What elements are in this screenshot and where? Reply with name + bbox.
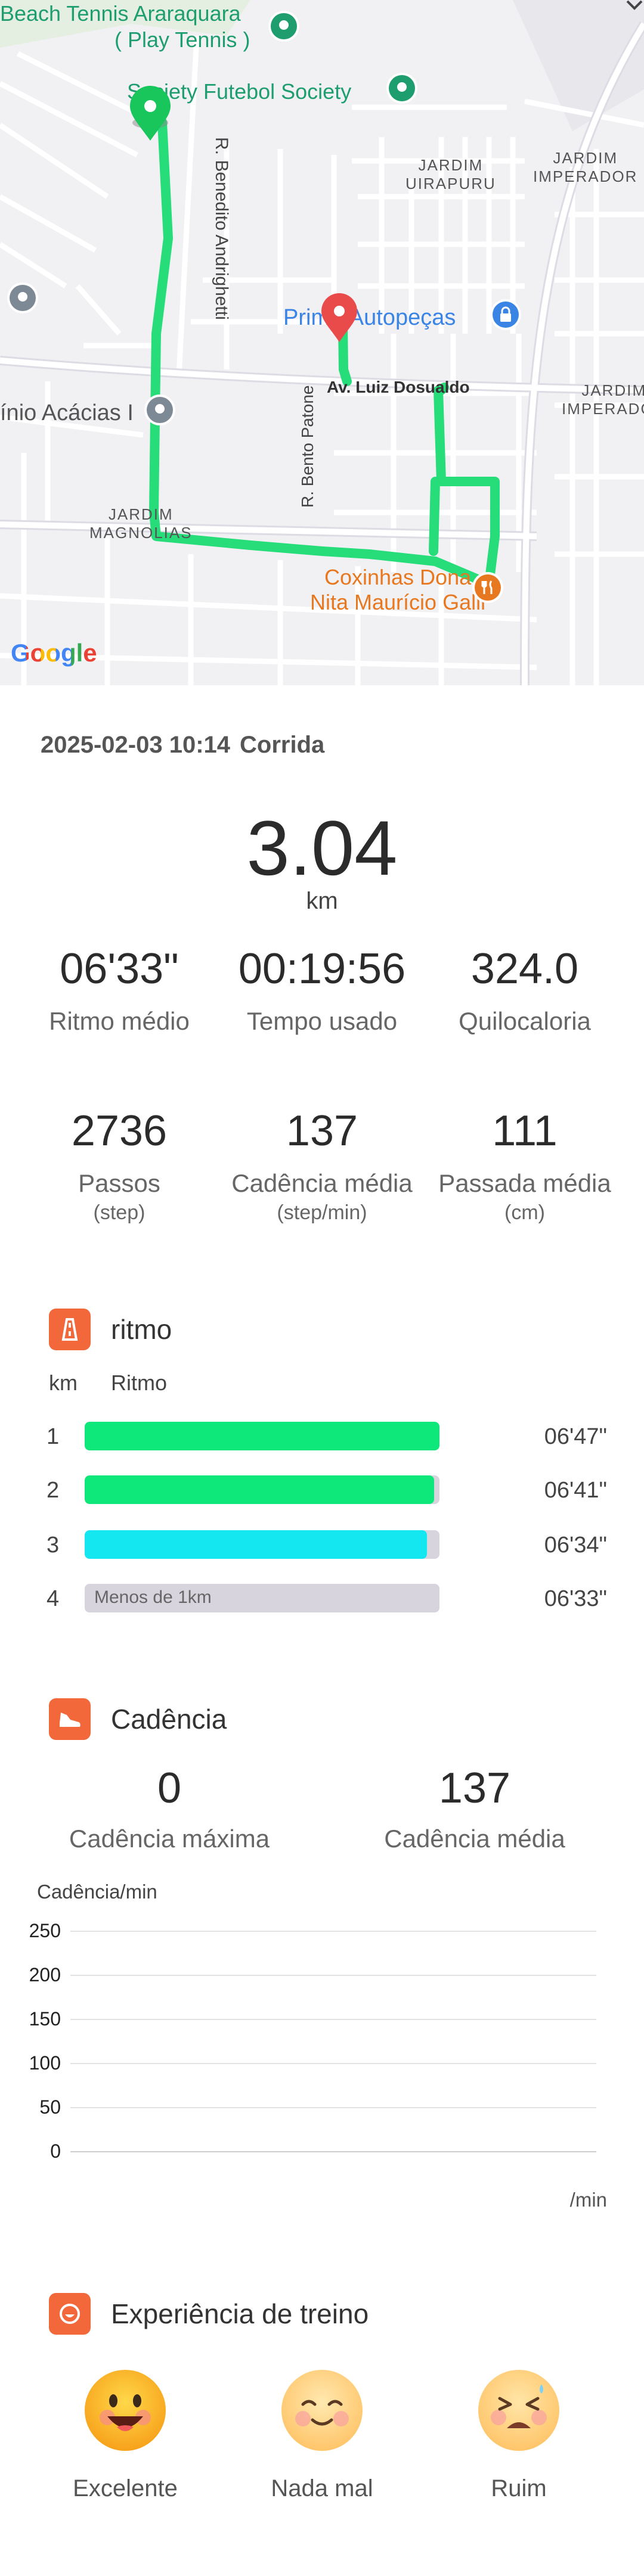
pace-km-label: 4 (47, 1586, 60, 1611)
cadence-avg-label: Cadência média (384, 1825, 565, 1853)
distance-value: 3.04 (246, 804, 398, 891)
pace-row: 1 06'47" (0, 1418, 644, 1454)
cadence-avg-value: 137 (438, 1764, 511, 1812)
smiling-face-icon (281, 2370, 363, 2451)
distance-unit: km (306, 888, 338, 914)
y-tick-label: 50 (39, 2096, 61, 2118)
cadence-x-unit: /min (569, 2189, 607, 2211)
pace-km-label: 1 (47, 1424, 60, 1449)
y-tick-label: 150 (29, 2008, 61, 2030)
stat-avg-pace: 06'33" Ritmo médio (49, 945, 190, 1035)
y-tick-label: 200 (29, 1964, 61, 1985)
grid-line (70, 2063, 596, 2064)
pace-bar-track: Menos de 1km (85, 1584, 439, 1612)
y-tick-label: 250 (29, 1920, 61, 1941)
map-label-uirapuru: JARDIM UIRAPURU (405, 156, 496, 192)
map-label-coxinhas: Coxinhas Dona Nita Maurício Galli (310, 565, 486, 614)
cadence-chart-title: Cadência/min (37, 1881, 157, 1903)
grid-line (70, 2151, 596, 2152)
pace-value: 06'47" (544, 1424, 607, 1449)
poi-gray-icon (7, 282, 38, 313)
pace-bar-note: Menos de 1km (94, 1587, 212, 1607)
google-logo: Google (11, 639, 97, 667)
pace-km-label: 3 (47, 1533, 60, 1558)
grid-line (70, 2107, 596, 2108)
grid-line (70, 2019, 596, 2020)
map-label-imperador: JARDIM IMPERADOR (533, 149, 638, 185)
pace-row: 4 Menos de 1km 06'33" (0, 1580, 644, 1616)
stat-avg-stride: 111 Passada média (cm) (438, 1107, 611, 1224)
grid-line (70, 1975, 596, 1976)
lock-poi-icon (490, 299, 521, 330)
route-map[interactable]: Beach Tennis Araraquara ( Play Tennis ) … (0, 0, 644, 685)
pace-col-pace: Ritmo (111, 1371, 168, 1395)
cadence-section-header: Cadência (49, 1698, 227, 1740)
smiley-badge-icon (49, 2293, 91, 2335)
pace-row: 2 06'41" (0, 1472, 644, 1508)
pace-section-header: ritmo (49, 1309, 172, 1350)
map-label-benedito: R. Benedito Andrighetti (212, 137, 231, 320)
stat-steps: 2736 Passos (step) (71, 1107, 168, 1224)
stat-time-used: 00:19:56 Tempo usado (238, 945, 406, 1035)
y-tick-label: 100 (29, 2052, 61, 2074)
grid-line (70, 1931, 596, 1932)
experience-section-header: Experiência de treino (49, 2293, 369, 2335)
map-label-luiz-dosualdo: Av. Luiz Dosualdo (327, 378, 470, 396)
pace-value: 06'41" (544, 1478, 607, 1503)
cadence-title: Cadência (111, 1704, 227, 1735)
workout-header: 2025-02-03 10:14 Corrida (41, 732, 334, 759)
workout-type: Corrida (240, 732, 325, 758)
map-label-beach-tennis-2: ( Play Tennis ) (114, 27, 250, 52)
tired-face-icon (478, 2370, 559, 2451)
map-label-acacias: ínio Acácias I (0, 400, 134, 425)
road-icon (49, 1309, 91, 1350)
pace-km-label: 2 (47, 1478, 60, 1503)
corner-arrow-icon (626, 0, 643, 10)
start-pin-icon (130, 86, 171, 141)
pace-bar-fill (85, 1530, 428, 1559)
shoe-icon (49, 1698, 91, 1740)
map-label-beach-tennis: Beach Tennis Araraquara (0, 1, 241, 26)
pace-title: ritmo (111, 1314, 172, 1345)
poi-green-icon (268, 11, 299, 42)
pace-value: 06'34" (544, 1533, 607, 1558)
y-tick-label: 0 (50, 2140, 61, 2162)
map-label-autopecas: Prim - Autopeças (283, 305, 456, 330)
stat-avg-cadence: 137 Cadência média (step/min) (231, 1107, 413, 1224)
pace-col-km: km (49, 1371, 78, 1395)
workout-date: 2025-02-03 10:14 (41, 732, 231, 758)
experience-option-not-bad[interactable]: Nada mal (250, 2369, 394, 2502)
map-label-magnolias: JARDIM MAGNOLIAS (89, 505, 193, 542)
pace-bar-track (85, 1530, 439, 1559)
pace-bar-fill (85, 1475, 435, 1504)
cadence-max-value: 0 (157, 1764, 182, 1812)
experience-title: Experiência de treino (111, 2298, 369, 2329)
experience-option-bad[interactable]: Ruim (447, 2369, 590, 2502)
stat-calories: 324.0 Quilocaloria (459, 945, 591, 1035)
restaurant-poi-icon (472, 572, 503, 603)
pace-value: 06'33" (544, 1586, 607, 1611)
map-label-imperador-2: JARDIMIMPERADOR (562, 381, 644, 418)
pace-bar-fill (85, 1422, 439, 1450)
pace-bar-track (85, 1475, 439, 1504)
map-label-bento-patone: R. Bento Patone (298, 385, 317, 508)
pace-bar-track (85, 1422, 439, 1450)
poi-green-icon-2 (386, 73, 417, 104)
grinning-face-icon (85, 2370, 166, 2451)
poi-gray-icon-2 (144, 394, 175, 425)
experience-option-excellent[interactable]: Excelente (54, 2369, 197, 2502)
cadence-max-label: Cadência máxima (69, 1825, 270, 1853)
pace-row: 3 06'34" (0, 1527, 644, 1562)
end-pin-icon (321, 293, 357, 342)
